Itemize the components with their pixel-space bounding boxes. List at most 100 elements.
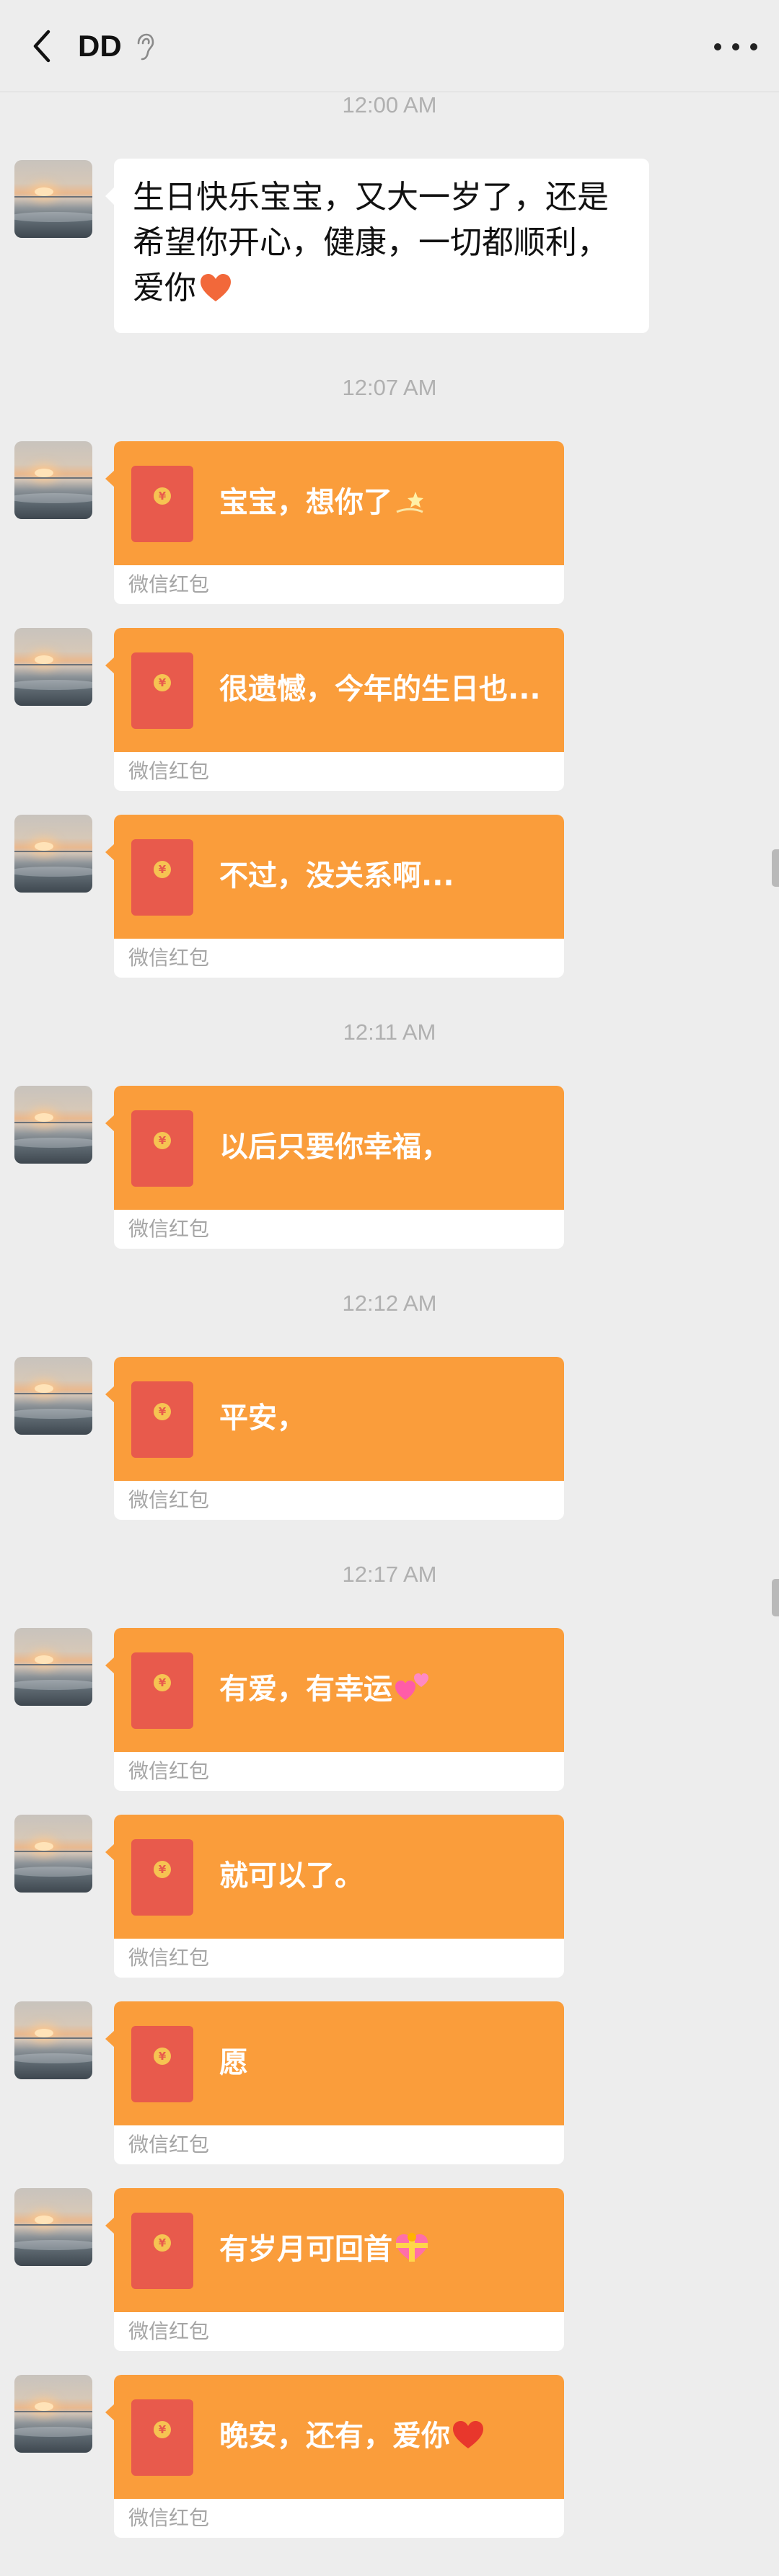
avatar[interactable] xyxy=(14,2188,92,2266)
red-packet-card[interactable]: ¥ 宝宝，想你了 微信红包 xyxy=(114,441,564,604)
chat-title[interactable]: DD xyxy=(78,26,122,66)
red-packet-message[interactable]: ¥ 平安， 微信红包 xyxy=(105,1357,564,1520)
red-packet-message[interactable]: ¥ 就可以了。微信红包 xyxy=(105,1815,564,1978)
red-packet-label: 微信红包 xyxy=(128,2506,210,2530)
red-packet-card[interactable]: ¥ 晚安，还有，爱你微信红包 xyxy=(114,2375,564,2538)
more-dot xyxy=(750,43,757,50)
red-packet-greeting: 以后只要你幸福， xyxy=(219,1122,551,1172)
scrollbar-thumb[interactable] xyxy=(772,849,779,887)
red-packet-body: ¥ 愿 xyxy=(114,2001,564,2125)
red-packet-body: ¥ 就可以了。 xyxy=(114,1815,564,1939)
red-packet-text: 很遗憾，今年的生日也... xyxy=(219,673,541,706)
avatar[interactable] xyxy=(14,1815,92,1893)
red-packet-text: 以后只要你幸福， xyxy=(219,1130,450,1164)
red-packet-message[interactable]: ¥ 宝宝，想你了 微信红包 xyxy=(105,441,564,604)
timestamp: 12:11 AM xyxy=(343,1019,436,1045)
red-packet-card[interactable]: ¥ 平安， 微信红包 xyxy=(114,1357,564,1520)
avatar[interactable] xyxy=(14,2001,92,2079)
red-packet-message[interactable]: ¥ 有岁月可回首微信红包 xyxy=(105,2188,564,2351)
yuan-coin-icon: ¥ xyxy=(154,2234,171,2252)
avatar[interactable] xyxy=(14,1086,92,1164)
red-packet-label: 微信红包 xyxy=(128,1217,210,1241)
red-envelope-icon: ¥ xyxy=(131,1652,193,1729)
red-packet-text: 有爱，有幸运 xyxy=(219,1673,392,1706)
red-packet-greeting: 有爱，有幸运 xyxy=(219,1664,551,1714)
red-packet-label: 微信红包 xyxy=(128,2319,210,2343)
chevron-left-icon xyxy=(33,30,50,63)
red-packet-card[interactable]: ¥ 有爱，有幸运微信红包 xyxy=(114,1628,564,1791)
red-packet-body: ¥ 很遗憾，今年的生日也... xyxy=(114,628,564,752)
red-packet-card[interactable]: ¥ 以后只要你幸福， 微信红包 xyxy=(114,1086,564,1249)
orange-heart-icon xyxy=(201,274,231,301)
red-packet-text: 就可以了。 xyxy=(219,1859,364,1893)
yuan-coin-icon: ¥ xyxy=(154,487,171,505)
red-packet-card[interactable]: ¥ 有岁月可回首微信红包 xyxy=(114,2188,564,2351)
avatar[interactable] xyxy=(14,1357,92,1435)
message-line: 爱你 xyxy=(133,265,630,311)
red-packet-message[interactable]: ¥ 有爱，有幸运微信红包 xyxy=(105,1628,564,1791)
red-packet-body: ¥ 有岁月可回首 xyxy=(114,2188,564,2312)
red-packet-text: 宝宝，想你了 xyxy=(219,486,392,519)
avatar[interactable] xyxy=(14,160,92,238)
red-envelope-icon: ¥ xyxy=(131,839,193,916)
message-text: 爱你 xyxy=(133,270,196,306)
dizzy-star-icon xyxy=(396,492,423,513)
red-packet-body: ¥ 晚安，还有，爱你 xyxy=(114,2375,564,2499)
yuan-coin-icon: ¥ xyxy=(154,2421,171,2438)
yuan-coin-icon: ¥ xyxy=(154,2048,171,2065)
red-packet-card[interactable]: ¥ 愿微信红包 xyxy=(114,2001,564,2164)
avatar[interactable] xyxy=(14,441,92,519)
red-packet-greeting: 就可以了。 xyxy=(219,1851,551,1901)
heart-with-ribbon-icon xyxy=(396,2233,428,2262)
avatar[interactable] xyxy=(14,1628,92,1706)
red-envelope-icon: ¥ xyxy=(131,1381,193,1458)
timestamp: 12:12 AM xyxy=(342,1291,437,1316)
red-packet-body: ¥ 以后只要你幸福， xyxy=(114,1086,564,1210)
red-packet-card[interactable]: ¥ 很遗憾，今年的生日也... 微信红包 xyxy=(114,628,564,791)
red-packet-greeting: 愿 xyxy=(219,2037,551,2088)
red-packet-text: 平安， xyxy=(219,1402,306,1435)
chat-header: DD xyxy=(0,0,779,92)
red-packet-body: ¥ 不过，没关系啊... xyxy=(114,815,564,939)
more-dots-icon xyxy=(714,43,721,50)
red-heart-icon xyxy=(453,2421,483,2448)
red-packet-message[interactable]: ¥ 很遗憾，今年的生日也... 微信红包 xyxy=(105,628,564,791)
back-button[interactable] xyxy=(20,25,63,68)
timestamp: 12:17 AM xyxy=(342,1562,437,1587)
red-packet-message[interactable]: ¥ 以后只要你幸福， 微信红包 xyxy=(105,1086,564,1249)
text-message-bubble[interactable]: 生日快乐宝宝，又大一岁了，还是 希望你开心，健康，一切都顺利， 爱你 xyxy=(105,159,649,333)
red-packet-body: ¥ 平安， xyxy=(114,1357,564,1481)
yuan-coin-icon: ¥ xyxy=(154,674,171,691)
red-packet-label: 微信红包 xyxy=(128,946,210,970)
red-packet-label: 微信红包 xyxy=(128,1488,210,1512)
avatar[interactable] xyxy=(14,815,92,893)
red-packet-greeting: 不过，没关系啊... xyxy=(219,851,551,901)
red-envelope-icon: ¥ xyxy=(131,2213,193,2289)
red-packet-label: 微信红包 xyxy=(128,2133,210,2156)
red-packet-message[interactable]: ¥ 晚安，还有，爱你微信红包 xyxy=(105,2375,564,2538)
red-packet-greeting: 有岁月可回首 xyxy=(219,2224,551,2275)
red-envelope-icon: ¥ xyxy=(131,1110,193,1187)
timestamp: 12:07 AM xyxy=(342,375,437,400)
message-line: 希望你开心，健康，一切都顺利， xyxy=(133,224,609,261)
red-packet-label: 微信红包 xyxy=(128,759,210,783)
more-options-button[interactable] xyxy=(714,29,757,65)
red-envelope-icon: ¥ xyxy=(131,652,193,729)
red-packet-greeting: 平安， xyxy=(219,1393,551,1443)
red-packet-greeting: 宝宝，想你了 xyxy=(219,477,551,528)
red-packet-card[interactable]: ¥ 就可以了。微信红包 xyxy=(114,1815,564,1978)
red-packet-message[interactable]: ¥ 不过，没关系啊... 微信红包 xyxy=(105,815,564,978)
avatar[interactable] xyxy=(14,2375,92,2453)
red-packet-body: ¥ 宝宝，想你了 xyxy=(114,441,564,565)
red-packet-message[interactable]: ¥ 愿微信红包 xyxy=(105,2001,564,2164)
red-packet-label: 微信红包 xyxy=(128,1759,210,1783)
ear-icon xyxy=(137,33,154,61)
avatar[interactable] xyxy=(14,628,92,706)
red-packet-greeting: 晚安，还有，爱你 xyxy=(219,2411,551,2461)
red-packet-card[interactable]: ¥ 不过，没关系啊... 微信红包 xyxy=(114,815,564,978)
scrollbar-thumb[interactable] xyxy=(772,1579,779,1616)
red-envelope-icon: ¥ xyxy=(131,466,193,542)
red-envelope-icon: ¥ xyxy=(131,1839,193,1916)
yuan-coin-icon: ¥ xyxy=(154,1674,171,1691)
red-packet-label: 微信红包 xyxy=(128,1946,210,1970)
